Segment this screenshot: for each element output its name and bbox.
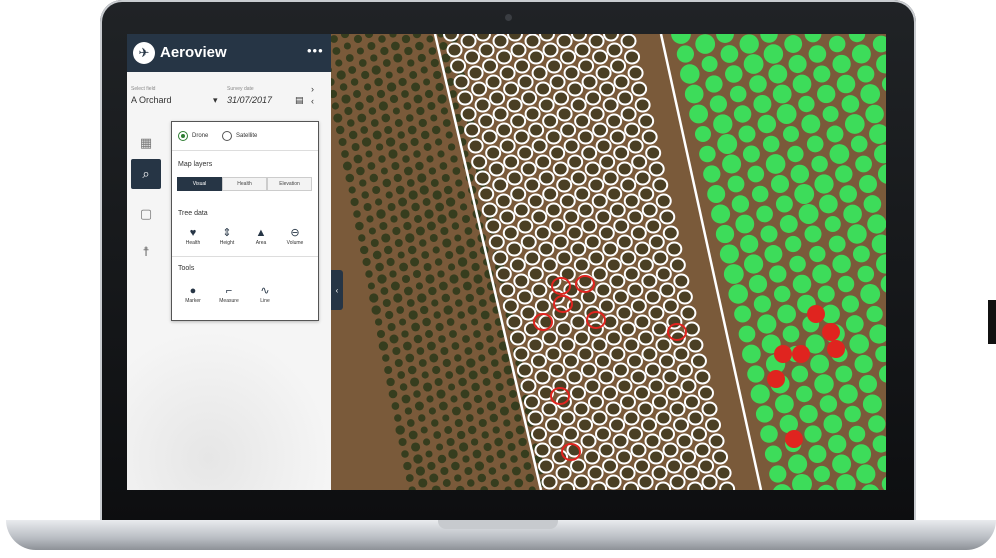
- field-select[interactable]: A Orchard: [131, 95, 172, 105]
- tool-label: Marker: [185, 298, 201, 304]
- tools-title: Tools: [178, 265, 195, 272]
- edge-mark: [988, 300, 996, 344]
- tool-label: Measure: [219, 298, 239, 304]
- layer-panel: Drone Satellite Map layers Visual Health…: [171, 121, 319, 321]
- radio-unselected-icon: [222, 131, 232, 141]
- measure-icon: ⌐: [225, 285, 233, 297]
- map-layers-tabs: Visual Health Elevation: [177, 177, 312, 191]
- volume-icon: ⊖: [290, 227, 300, 239]
- tree-data-area[interactable]: ▲ Area: [246, 226, 276, 246]
- aeroview-logo-icon: ✈: [133, 42, 155, 64]
- laptop-notch: [438, 520, 558, 529]
- sidebar: ✈ Aeroview ••• Select field A Orchard ▾ …: [127, 34, 331, 490]
- tool-label: Line: [260, 298, 270, 304]
- dashboard-icon[interactable]: ▦: [131, 128, 161, 158]
- source-satellite[interactable]: Satellite: [222, 131, 257, 141]
- divider: [172, 256, 318, 257]
- divider: [172, 150, 318, 151]
- camera-icon: [505, 14, 512, 21]
- map-search-icon[interactable]: ⌕: [131, 159, 161, 189]
- next-date-icon[interactable]: ›: [311, 84, 314, 94]
- chevron-down-icon[interactable]: ▾: [213, 95, 218, 106]
- field-select-label: Select field: [131, 86, 156, 92]
- orchard-map[interactable]: [331, 34, 886, 490]
- tree-data-label: Area: [255, 240, 267, 246]
- tool-line[interactable]: ∿ Line: [250, 284, 280, 304]
- source-drone[interactable]: Drone: [178, 131, 208, 141]
- more-menu-icon[interactable]: •••: [307, 43, 324, 58]
- person-icon[interactable]: ☨: [131, 237, 161, 267]
- tool-measure[interactable]: ⌐ Measure: [214, 284, 244, 304]
- area-icon: ▲: [255, 227, 267, 239]
- date-field[interactable]: 31/07/2017: [227, 95, 272, 105]
- app-title: Aeroview: [160, 44, 227, 61]
- collapse-panel-button[interactable]: ‹: [331, 270, 343, 310]
- marker-icon: ●: [189, 285, 197, 297]
- source-satellite-label: Satellite: [236, 133, 258, 139]
- line-icon: ∿: [260, 285, 270, 297]
- tab-health[interactable]: Health: [222, 177, 267, 191]
- tab-elevation[interactable]: Elevation: [267, 177, 312, 191]
- tool-marker[interactable]: ● Marker: [178, 284, 208, 304]
- layers-icon[interactable]: ▢: [131, 199, 161, 229]
- tree-data-label: Volume: [286, 240, 304, 246]
- tree-data-label: Height: [219, 240, 235, 246]
- health-icon: ♥: [189, 227, 197, 239]
- app-header: ✈ Aeroview •••: [127, 34, 331, 72]
- source-drone-label: Drone: [192, 133, 209, 139]
- app-screen: ✈ Aeroview ••• Select field A Orchard ▾ …: [127, 34, 886, 490]
- calendar-icon[interactable]: ▤: [295, 95, 304, 106]
- height-icon: ⇕: [222, 227, 232, 239]
- orchard-map-canvas: [331, 34, 886, 490]
- tree-data-health[interactable]: ♥ Health: [178, 226, 208, 246]
- prev-date-icon[interactable]: ‹: [311, 96, 314, 106]
- map-layers-title: Map layers: [178, 161, 213, 168]
- tree-data-volume[interactable]: ⊖ Volume: [280, 226, 310, 246]
- radio-selected-icon: [178, 131, 188, 141]
- tree-data-label: Health: [185, 240, 201, 246]
- tree-data-height[interactable]: ⇕ Height: [212, 226, 242, 246]
- date-label: Survey date: [227, 86, 254, 92]
- tab-visual[interactable]: Visual: [177, 177, 222, 191]
- tree-data-title: Tree data: [178, 210, 208, 217]
